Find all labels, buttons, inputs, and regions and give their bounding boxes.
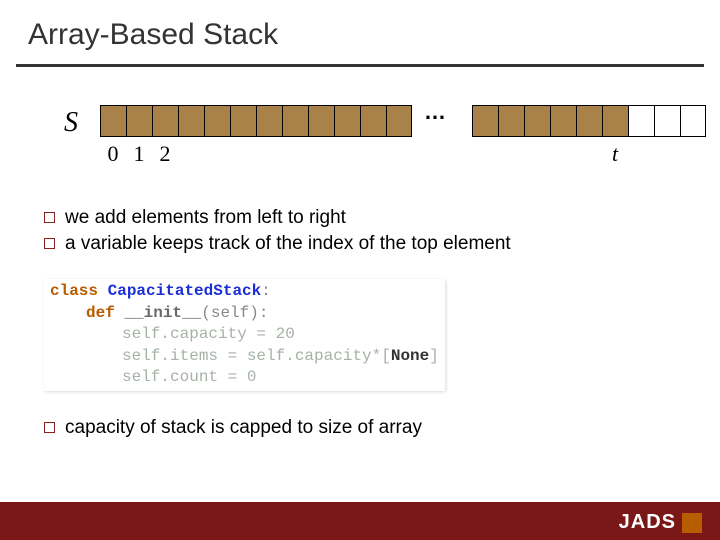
array-cell: [256, 105, 282, 137]
code-keyword: class: [50, 282, 98, 300]
code-keyword: def: [86, 304, 115, 322]
array-cell: [498, 105, 524, 137]
array-cell: [576, 105, 602, 137]
array-cell: [602, 105, 628, 137]
array-cell: [178, 105, 204, 137]
array-cell: [386, 105, 412, 137]
ellipsis: …: [424, 99, 448, 125]
array-cell-empty: [628, 105, 654, 137]
array-cell-empty: [654, 105, 680, 137]
index-label-t: t: [602, 141, 628, 167]
code-line-part: ]: [429, 347, 439, 365]
code-none-literal: None: [391, 347, 429, 365]
array-cell: [282, 105, 308, 137]
bullet-text: a variable keeps track of the index of t…: [65, 233, 511, 255]
logo-text: JADS: [619, 511, 676, 534]
code-snippet: class CapacitatedStack: def __init__(sel…: [44, 279, 445, 391]
array-diagram: S … 0 1 2: [64, 105, 720, 185]
title-underline: [16, 64, 704, 67]
footer-logo: JADS: [619, 511, 702, 534]
index-label-2: 2: [152, 141, 178, 167]
array-cell: [126, 105, 152, 137]
slide: Array-Based Stack S …: [0, 0, 720, 540]
bullet-item: a variable keeps track of the index of t…: [44, 233, 720, 255]
index-label-1: 1: [126, 141, 152, 167]
code-line: self.capacity = 20: [50, 324, 439, 346]
code-classname: CapacitatedStack: [108, 282, 262, 300]
array-cell: [334, 105, 360, 137]
code-line-part: self.items = self.capacity*[: [122, 347, 391, 365]
bullet-list-1: we add elements from left to right a var…: [44, 207, 720, 255]
array-label-s: S: [64, 107, 78, 139]
code-fn-name: __init__: [124, 304, 201, 322]
code-fn-args: (self):: [201, 304, 268, 322]
array-cell: [360, 105, 386, 137]
bullet-item: capacity of stack is capped to size of a…: [44, 417, 720, 439]
bullet-text: capacity of stack is capped to size of a…: [65, 417, 422, 439]
array-cell-empty: [680, 105, 706, 137]
slide-title: Array-Based Stack: [0, 0, 720, 60]
array-cell: [152, 105, 178, 137]
bullet-item: we add elements from left to right: [44, 207, 720, 229]
bullet-list-2: capacity of stack is capped to size of a…: [44, 417, 720, 439]
array-cell: [230, 105, 256, 137]
array-right-segment: [472, 105, 706, 137]
code-punct: :: [261, 282, 271, 300]
array-cell: [204, 105, 230, 137]
bullet-marker-icon: [44, 212, 55, 223]
bullet-marker-icon: [44, 422, 55, 433]
array-cell: [550, 105, 576, 137]
array-cell: [472, 105, 498, 137]
footer-bar: JADS: [0, 502, 720, 540]
array-cell: [524, 105, 550, 137]
array-cell: [100, 105, 126, 137]
array-cell: [308, 105, 334, 137]
logo-square-icon: [682, 513, 702, 533]
array-left-segment: [100, 105, 412, 137]
bullet-text: we add elements from left to right: [65, 207, 346, 229]
bullet-marker-icon: [44, 238, 55, 249]
index-label-0: 0: [100, 141, 126, 167]
code-line: self.count = 0: [50, 367, 439, 389]
